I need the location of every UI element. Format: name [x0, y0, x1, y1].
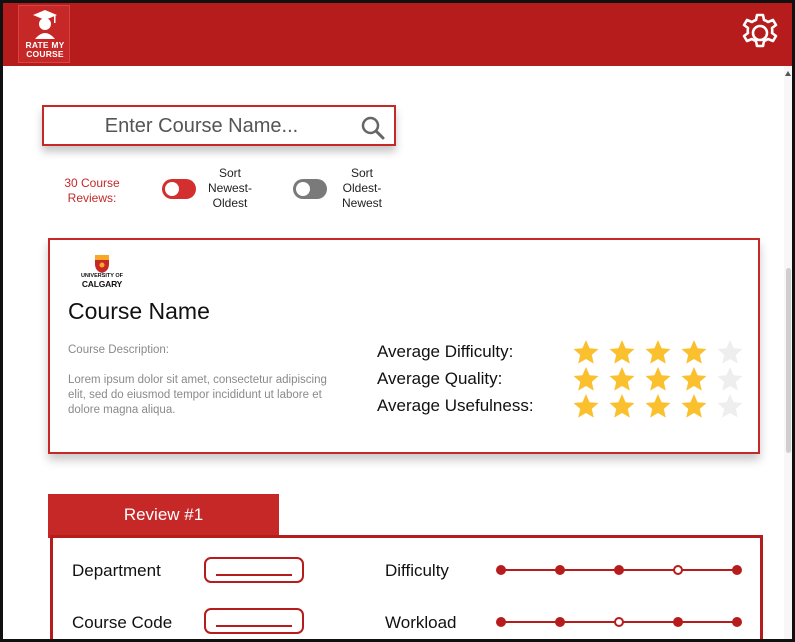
review-panel: Department Course Code Difficulty Worklo… — [50, 535, 763, 639]
university-crest-icon — [95, 255, 109, 273]
search-input[interactable] — [54, 111, 349, 141]
star-empty-icon — [712, 339, 748, 365]
course-code-field[interactable] — [204, 608, 304, 634]
logo-text: RATE MY COURSE — [19, 41, 71, 59]
slider-point[interactable] — [673, 617, 683, 627]
workload-label: Workload — [385, 613, 457, 632]
star-filled-icon — [640, 339, 676, 365]
department-field-line — [216, 574, 292, 576]
slider-point[interactable] — [732, 617, 742, 627]
workload-slider[interactable] — [496, 615, 742, 629]
review-count-line1: 30 Course — [64, 176, 120, 190]
star-filled-icon — [604, 366, 640, 392]
slider-point[interactable] — [614, 565, 624, 575]
star-empty-icon — [712, 393, 748, 419]
app-window: RATE MY COURSE 30 Course Reviews: Sort N… — [0, 0, 795, 642]
star-empty-icon — [712, 366, 748, 392]
university-name-line2: CALGARY — [81, 279, 123, 289]
logo-text-line2: COURSE — [26, 49, 64, 59]
toggle-knob — [296, 182, 310, 196]
header-bar: RATE MY COURSE — [3, 3, 792, 66]
course-card[interactable]: UNIVERSITY OF CALGARY Course Name Course… — [48, 238, 760, 454]
star-filled-icon — [640, 366, 676, 392]
star-filled-icon — [604, 339, 640, 365]
search-icon[interactable] — [360, 115, 386, 141]
star-filled-icon — [604, 393, 640, 419]
course-description: Lorem ipsum dolor sit amet, consectetur … — [68, 374, 327, 416]
star-filled-icon — [676, 339, 712, 365]
scroll-up-icon[interactable] — [784, 69, 792, 79]
slider-point[interactable] — [732, 565, 742, 575]
department-field[interactable] — [204, 557, 304, 583]
app-logo[interactable]: RATE MY COURSE — [18, 5, 70, 63]
sort-newest-toggle[interactable] — [162, 179, 196, 199]
difficulty-label: Difficulty — [385, 561, 449, 580]
slider-selected-point[interactable] — [673, 565, 683, 575]
slider-point[interactable] — [555, 565, 565, 575]
slider-point[interactable] — [496, 565, 506, 575]
toggle-knob — [165, 182, 179, 196]
sort-oldest-label-line3: Newest — [341, 196, 382, 210]
difficulty-slider[interactable] — [496, 563, 742, 577]
star-filled-icon — [676, 366, 712, 392]
star-filled-icon — [568, 366, 604, 392]
avg-quality-label: Average Quality: — [377, 369, 503, 388]
star-filled-icon — [568, 339, 604, 365]
review-count-line2: Reviews: — [67, 191, 117, 205]
sort-oldest-label: Sort Oldest- Newest — [332, 166, 392, 211]
avg-difficulty-stars — [568, 339, 748, 365]
course-code-field-line — [216, 625, 292, 627]
course-name: Course Name — [68, 298, 210, 324]
slider-point[interactable] — [555, 617, 565, 627]
university-logo: UNIVERSITY OF CALGARY — [76, 252, 136, 292]
course-code-label: Course Code — [72, 613, 173, 632]
sort-newest-label-line2: Newest- — [207, 181, 252, 195]
sort-newest-label-line1: Sort — [218, 166, 241, 180]
gear-icon[interactable] — [739, 12, 781, 54]
sort-oldest-toggle[interactable] — [293, 179, 327, 199]
avg-usefulness-label: Average Usefulness: — [377, 396, 534, 415]
avg-quality-stars — [568, 366, 748, 392]
avg-usefulness-stars — [568, 393, 748, 419]
star-filled-icon — [676, 393, 712, 419]
scrollbar-thumb[interactable] — [786, 268, 791, 453]
review-count: 30 Course Reviews: — [52, 176, 132, 206]
star-filled-icon — [640, 393, 676, 419]
tab-review-1[interactable]: Review #1 — [48, 494, 279, 538]
course-description-label: Course Description: — [68, 344, 169, 356]
search-box — [42, 105, 396, 146]
slider-selected-point[interactable] — [614, 617, 624, 627]
sort-newest-label: Sort Newest- Oldest — [200, 166, 260, 211]
avg-difficulty-label: Average Difficulty: — [377, 342, 514, 361]
slider-point[interactable] — [496, 617, 506, 627]
sort-oldest-label-line2: Oldest- — [342, 181, 382, 195]
graduate-icon — [33, 10, 57, 39]
department-label: Department — [72, 561, 161, 580]
star-filled-icon — [568, 393, 604, 419]
sort-oldest-label-line1: Sort — [350, 166, 373, 180]
sort-newest-label-line3: Oldest — [212, 196, 248, 210]
